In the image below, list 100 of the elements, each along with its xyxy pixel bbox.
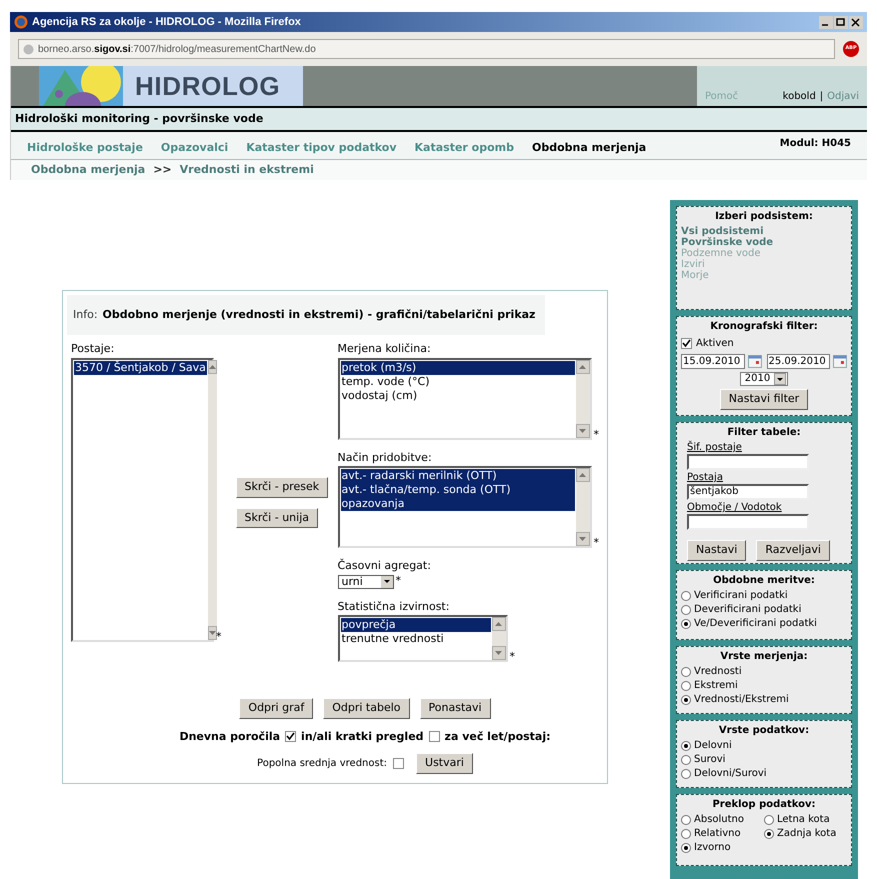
separator: | bbox=[820, 90, 824, 104]
average-label: Popolna srednja vrednost: bbox=[257, 756, 388, 771]
section-title: Preklop podatkov: bbox=[711, 798, 817, 812]
subtitle: Hidrološki monitoring - površinske vode bbox=[15, 110, 264, 127]
shrink-button[interactable]: Skrči - presek bbox=[236, 477, 328, 498]
down-arrow-icon[interactable] bbox=[495, 651, 502, 655]
checkbox[interactable] bbox=[681, 338, 692, 349]
list-option[interactable]: avt.- radarski merilnik (OTT) bbox=[340, 469, 574, 483]
input-field[interactable]: šentjakob bbox=[687, 484, 809, 500]
required-mark: * bbox=[216, 630, 222, 642]
radio-label: Izvorno bbox=[694, 842, 731, 854]
radio-button[interactable] bbox=[764, 829, 774, 839]
radio-button[interactable] bbox=[681, 619, 691, 629]
dropdown-arrow-icon[interactable] bbox=[384, 580, 390, 583]
radio-button[interactable] bbox=[681, 755, 691, 765]
required-mark: * bbox=[594, 428, 599, 440]
field-label: Postaje: bbox=[71, 341, 116, 357]
create-button[interactable]: Ustvari bbox=[416, 753, 473, 774]
radio-button[interactable] bbox=[681, 681, 691, 691]
filter-button[interactable]: Razveljavi bbox=[756, 540, 830, 560]
down-arrow-icon[interactable] bbox=[579, 537, 586, 541]
dropdown-arrow-icon[interactable] bbox=[777, 378, 784, 380]
logo-text: HIDROLOG bbox=[135, 70, 280, 102]
list-option[interactable]: vodostaj (cm) bbox=[340, 388, 574, 402]
down-arrow-icon[interactable] bbox=[579, 428, 586, 432]
section-title: Izberi podsistem: bbox=[714, 210, 814, 224]
date-field[interactable]: 25.09.2010 bbox=[766, 354, 830, 369]
field-label: Šif. postaje bbox=[687, 442, 743, 454]
radio-button[interactable] bbox=[681, 843, 691, 853]
radio-button[interactable] bbox=[681, 829, 691, 839]
up-arrow-icon[interactable] bbox=[495, 622, 502, 626]
down-arrow-icon[interactable] bbox=[208, 630, 216, 634]
radio-label: Ekstremi bbox=[694, 680, 738, 692]
filter-button[interactable]: Nastavi bbox=[687, 540, 746, 560]
year-select[interactable]: 2010 bbox=[740, 372, 788, 386]
checkbox[interactable] bbox=[285, 731, 296, 742]
set-filter-button[interactable]: Nastavi filter bbox=[720, 389, 808, 410]
action-button[interactable]: Odpri tabelo bbox=[323, 698, 410, 718]
minimize-icon[interactable] bbox=[819, 16, 833, 28]
radio-label: Absolutno bbox=[694, 814, 744, 826]
breadcrumb-current: Vrednosti in ekstremi bbox=[180, 162, 314, 178]
subsystem-link[interactable]: Vsi podsistemi bbox=[681, 226, 847, 237]
scrollbar[interactable] bbox=[492, 617, 506, 660]
action-button[interactable]: Odpri graf bbox=[239, 698, 314, 718]
calendar-icon[interactable] bbox=[748, 355, 762, 368]
scrollbar[interactable] bbox=[576, 468, 590, 546]
field-label: Območje / Vodotok bbox=[687, 502, 783, 514]
maximize-icon[interactable] bbox=[834, 16, 848, 28]
radio-button[interactable] bbox=[681, 695, 691, 705]
checkbox[interactable] bbox=[428, 731, 440, 742]
radio-button[interactable] bbox=[681, 815, 691, 825]
radio-button[interactable] bbox=[681, 741, 691, 751]
window-title: Agencija RS za okolje - HIDROLOG - Mozilla Firefox bbox=[32, 14, 301, 30]
list-box[interactable]: 3570 / Šentjakob / Sava bbox=[71, 358, 214, 642]
checkbox[interactable] bbox=[393, 758, 404, 769]
list-box[interactable]: povprečja trenutne vrednosti bbox=[338, 615, 508, 662]
up-arrow-icon[interactable] bbox=[208, 364, 216, 368]
scrollbar[interactable] bbox=[208, 360, 217, 640]
list-option[interactable]: avt.- tlačna/temp. sonda (OTT) bbox=[340, 483, 574, 497]
input-field[interactable] bbox=[687, 454, 809, 470]
list-option[interactable]: pretok (m3/s) bbox=[340, 360, 574, 374]
radio-label: Vrednosti bbox=[694, 666, 742, 678]
address-bar[interactable]: borneo.arso.sigov.si:7007/hidrolog/measurementChartNew.do bbox=[18, 39, 835, 59]
input-field[interactable] bbox=[687, 514, 809, 530]
daily-reports-label: Dnevna poročila bbox=[179, 728, 280, 744]
list-option[interactable]: opazovanja bbox=[340, 497, 574, 511]
list-option[interactable]: 3570 / Šentjakob / Sava bbox=[74, 360, 207, 374]
radio-label: Deverificirani podatki bbox=[694, 604, 802, 616]
list-box[interactable]: pretok (m3/s) temp. vode (°C) vodostaj (cm) bbox=[338, 358, 592, 440]
radio-button[interactable] bbox=[764, 815, 774, 825]
aggregate-select[interactable]: urni bbox=[338, 574, 394, 588]
calendar-icon[interactable] bbox=[833, 355, 847, 368]
radio-label: Delovni bbox=[694, 740, 732, 752]
list-box[interactable]: avt.- radarski merilnik (OTT) avt.- tlačna/temp. sonda (OTT) opazovanja bbox=[338, 466, 592, 548]
subsystem-link[interactable]: Površinske vode bbox=[681, 237, 847, 248]
shrink-button[interactable]: Skrči - unija bbox=[236, 508, 318, 528]
multi-year-label: za več let/postaj: bbox=[444, 728, 551, 744]
radio-button[interactable] bbox=[681, 591, 691, 601]
nav-tab[interactable]: Obdobna merjenja bbox=[532, 140, 646, 156]
field-label: Način pridobitve: bbox=[338, 450, 433, 466]
field-label: Statistična izvirnost: bbox=[338, 598, 450, 614]
scrollbar[interactable] bbox=[576, 360, 590, 438]
radio-button[interactable] bbox=[681, 667, 691, 677]
section-title: Vrste merjenja: bbox=[719, 650, 809, 664]
info-title: Obdobno merjenje (vrednosti in ekstremi) - grafični/tabelarični prikaz bbox=[102, 306, 536, 323]
radio-label: Relativno bbox=[694, 828, 741, 840]
radio-label: Verificirani podatki bbox=[694, 590, 788, 602]
list-option[interactable]: povprečja bbox=[340, 618, 490, 632]
close-icon[interactable] bbox=[849, 16, 863, 28]
section-title: Obdobne meritve: bbox=[712, 574, 816, 588]
breadcrumb-link[interactable]: Obdobna merjenja bbox=[31, 162, 146, 178]
up-arrow-icon[interactable] bbox=[579, 364, 586, 368]
action-button[interactable]: Ponastavi bbox=[420, 698, 491, 718]
list-option[interactable]: temp. vode (°C) bbox=[340, 374, 574, 388]
user-name: kobold bbox=[782, 90, 816, 104]
radio-button[interactable] bbox=[681, 605, 691, 615]
list-option[interactable]: trenutne vrednosti bbox=[340, 632, 490, 646]
up-arrow-icon[interactable] bbox=[579, 473, 586, 477]
date-field[interactable]: 15.09.2010 bbox=[681, 354, 745, 369]
radio-button[interactable] bbox=[681, 769, 691, 779]
